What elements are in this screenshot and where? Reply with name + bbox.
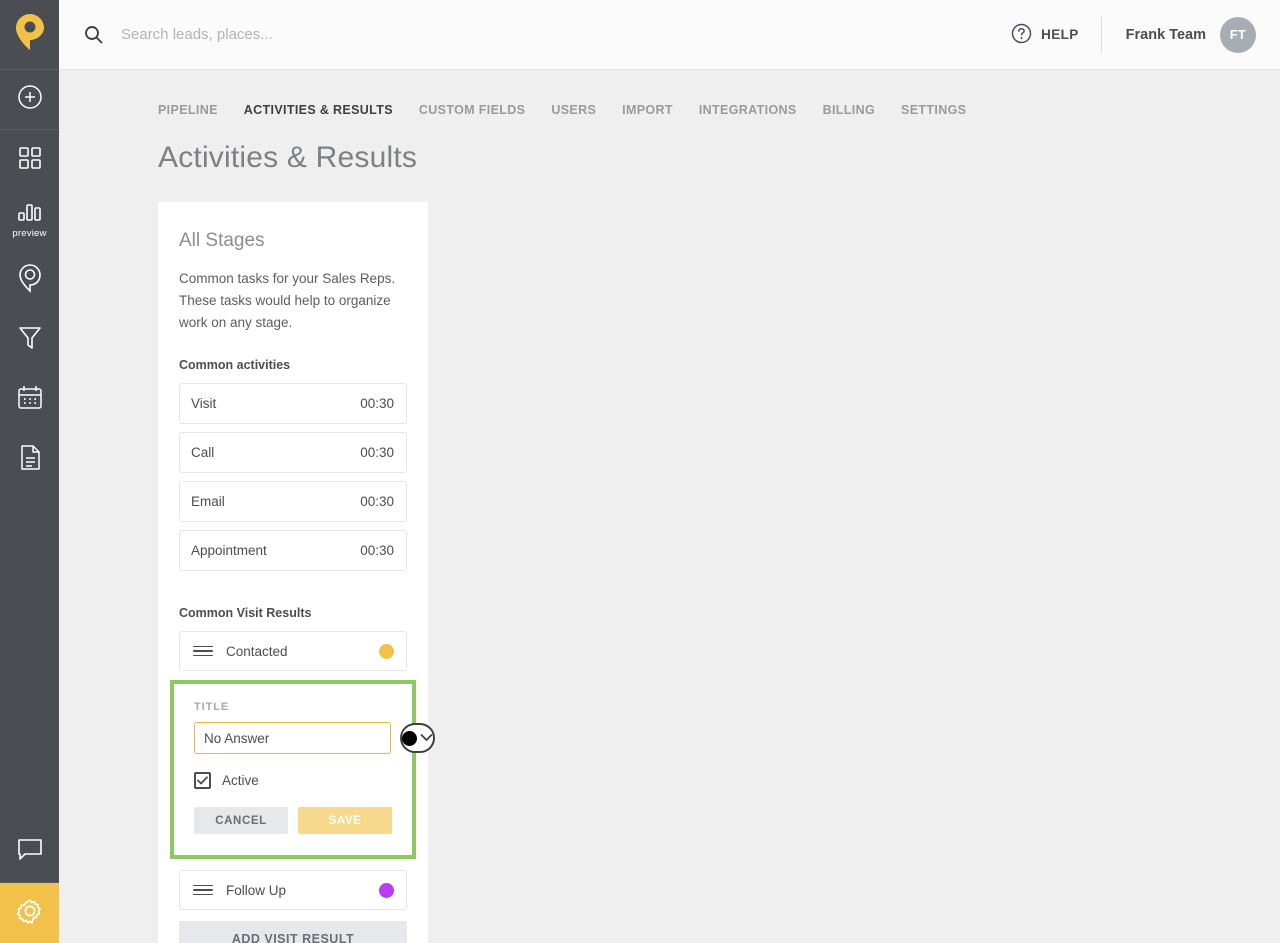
active-checkbox-label: Active: [222, 773, 259, 788]
activity-name: Visit: [191, 396, 217, 411]
sidebar-item-preview-label: preview: [12, 227, 47, 239]
sidebar-item-preview[interactable]: preview: [0, 190, 59, 250]
funnel-icon: [18, 325, 42, 356]
grid-icon: [18, 146, 42, 175]
app-logo[interactable]: [0, 0, 59, 70]
activity-row[interactable]: Call 00:30: [179, 432, 407, 473]
gear-icon: [16, 897, 44, 930]
visit-result-edit-form: TITLE No Answer Active CANCEL SAVE: [185, 695, 435, 844]
tab-pipeline[interactable]: PIPELINE: [158, 103, 218, 117]
visit-result-color-dot: [379, 882, 394, 898]
activity-duration: 00:30: [360, 543, 394, 558]
visit-result-name: Follow Up: [226, 882, 287, 898]
all-stages-card: All Stages Common tasks for your Sales R…: [158, 202, 435, 943]
sidebar-item-places[interactable]: [0, 250, 59, 310]
tab-users[interactable]: USERS: [551, 103, 596, 117]
visit-result-row-contacted[interactable]: Contacted: [179, 631, 407, 671]
content-area: PIPELINE ACTIVITIES & RESULTS CUSTOM FIE…: [59, 70, 1280, 943]
calendar-icon: [17, 385, 43, 415]
plus-circle-icon: [17, 84, 43, 115]
title-field-row: [194, 722, 435, 754]
tab-activities-results[interactable]: ACTIVITIES & RESULTS: [244, 103, 393, 117]
chat-bubble-icon: [17, 838, 43, 867]
common-visit-results-label: Common Visit Results: [179, 606, 312, 620]
activity-row[interactable]: Visit 00:30: [179, 383, 407, 424]
user-name: Frank Team: [1125, 26, 1206, 43]
top-bar: HELP Frank Team FT: [59, 0, 1280, 70]
add-visit-result-button[interactable]: ADD VISIT RESULT: [179, 921, 407, 943]
main-area: HELP Frank Team FT PIPELINE ACTIVITIES &…: [59, 0, 1280, 943]
sidebar-item-reports[interactable]: [0, 430, 59, 490]
tab-import[interactable]: IMPORT: [622, 103, 673, 117]
document-icon: [19, 444, 41, 476]
sidebar-item-filter[interactable]: [0, 310, 59, 370]
sidebar-item-settings[interactable]: [0, 883, 59, 943]
search-input[interactable]: [107, 26, 527, 43]
card-title: All Stages: [179, 230, 265, 251]
activity-duration: 00:30: [360, 445, 394, 460]
avatar[interactable]: FT: [1220, 16, 1256, 53]
activity-name: Email: [191, 494, 225, 509]
sidebar-item-dashboard[interactable]: [0, 130, 59, 190]
common-activities-label: Common activities: [179, 358, 291, 372]
save-button[interactable]: SAVE: [298, 807, 392, 834]
bar-chart-icon: [17, 202, 43, 227]
drag-handle-icon[interactable]: [193, 884, 213, 896]
visit-result-color-dot: [379, 643, 394, 659]
help-button[interactable]: HELP: [1011, 23, 1101, 47]
activity-name: Call: [191, 445, 215, 460]
activity-name: Appointment: [191, 543, 267, 558]
search-icon: [79, 25, 107, 44]
tab-settings[interactable]: SETTINGS: [901, 103, 966, 117]
chevron-down-icon: [420, 729, 433, 747]
sidebar-item-add[interactable]: [0, 70, 59, 130]
help-label: HELP: [1041, 27, 1079, 42]
tab-custom-fields[interactable]: CUSTOM FIELDS: [419, 103, 525, 117]
settings-tabs: PIPELINE ACTIVITIES & RESULTS CUSTOM FIE…: [158, 96, 1280, 124]
search-bar[interactable]: [59, 25, 1011, 44]
cancel-button[interactable]: CANCEL: [194, 807, 288, 834]
user-menu[interactable]: Frank Team FT: [1102, 16, 1280, 53]
map-pin-icon: [17, 263, 43, 298]
drag-handle-icon[interactable]: [193, 645, 213, 657]
sidebar-item-calendar[interactable]: [0, 370, 59, 430]
card-description: Common tasks for your Sales Reps. These …: [179, 271, 396, 330]
visit-result-name: Contacted: [226, 643, 288, 659]
sidebar: preview: [0, 0, 59, 943]
activity-row[interactable]: Appointment 00:30: [179, 530, 407, 571]
active-checkbox-row[interactable]: Active: [194, 772, 392, 789]
sidebar-item-messages[interactable]: [0, 823, 59, 883]
tab-billing[interactable]: BILLING: [823, 103, 875, 117]
activity-duration: 00:30: [360, 494, 394, 509]
activity-row[interactable]: Email 00:30: [179, 481, 407, 522]
color-select-dropdown[interactable]: [400, 723, 435, 753]
map-pin-logo-icon: [15, 13, 45, 56]
title-field-label: TITLE: [194, 701, 230, 713]
edit-form-buttons: CANCEL SAVE: [194, 807, 392, 834]
tab-integrations[interactable]: INTEGRATIONS: [699, 103, 797, 117]
page-title: Activities & Results: [158, 141, 418, 174]
activity-duration: 00:30: [360, 396, 394, 411]
visit-result-edit-form-highlight: TITLE No Answer Active CANCEL SAVE: [170, 680, 435, 859]
visit-result-row-follow-up[interactable]: Follow Up: [179, 870, 407, 910]
active-checkbox[interactable]: [194, 772, 211, 789]
title-input[interactable]: [194, 722, 391, 754]
selected-color-swatch: [402, 730, 417, 746]
question-circle-icon: [1011, 23, 1032, 47]
